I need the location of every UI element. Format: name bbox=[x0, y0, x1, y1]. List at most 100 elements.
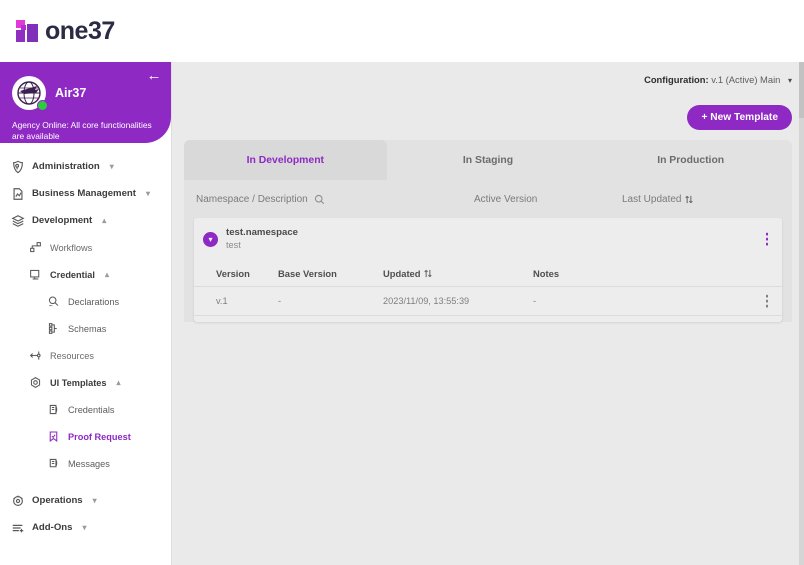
sidebar-agency-header: ← Air37 Agency Online: All core function… bbox=[0, 62, 171, 143]
main-content: Configuration: v.1 (Active) Main ▾ + New… bbox=[172, 62, 804, 565]
tab-in-production[interactable]: In Production bbox=[589, 140, 792, 180]
new-template-button[interactable]: + New Template bbox=[687, 105, 792, 130]
sort-arrows-icon bbox=[684, 194, 694, 205]
one37-logo-icon bbox=[16, 20, 38, 42]
message-box-icon bbox=[46, 456, 61, 471]
sidebar-item-label: Workflows bbox=[50, 242, 93, 253]
sidebar-menu: Administration ▾ Business Management ▾ D… bbox=[0, 143, 171, 541]
sidebar-item-credential[interactable]: Credential ▴ bbox=[0, 261, 171, 288]
sidebar-item-development[interactable]: Development ▴ bbox=[0, 207, 171, 234]
tab-bar: In Development In Staging In Production bbox=[184, 140, 792, 180]
header-version: Version bbox=[216, 267, 250, 279]
vertical-scrollbar[interactable] bbox=[799, 62, 804, 565]
sidebar-item-label: Proof Request bbox=[68, 431, 131, 442]
sidebar-item-operations[interactable]: Operations ▾ bbox=[0, 487, 171, 514]
operations-icon bbox=[10, 493, 25, 508]
sidebar-item-label: Resources bbox=[50, 350, 94, 361]
shield-key-icon bbox=[10, 159, 25, 174]
namespace-group: ▾ test.namespace test Version Base Versi… bbox=[194, 218, 782, 322]
sidebar-item-label: UI Templates bbox=[50, 377, 107, 388]
column-headers: Namespace / Description Active Version L… bbox=[184, 180, 792, 218]
sidebar-item-messages[interactable]: Messages bbox=[0, 450, 171, 477]
sidebar-item-administration[interactable]: Administration ▾ bbox=[0, 153, 171, 180]
header-base-version: Base Version bbox=[278, 267, 337, 279]
sidebar-item-proof-request[interactable]: Proof Request bbox=[0, 423, 171, 450]
credential-icon bbox=[28, 267, 43, 282]
resources-icon bbox=[28, 348, 43, 363]
sidebar-item-label: Business Management bbox=[32, 188, 136, 199]
agency-identity: Air37 bbox=[12, 76, 159, 111]
magnifier-icon bbox=[46, 294, 61, 309]
addons-icon bbox=[10, 520, 25, 535]
namespace-description: test bbox=[226, 240, 241, 250]
expand-chevron-down-icon[interactable]: ▾ bbox=[203, 231, 218, 247]
versions-table-header: Version Base Version Updated Notes bbox=[194, 260, 782, 286]
configuration-selector[interactable]: Configuration: v.1 (Active) Main ▾ bbox=[644, 74, 792, 85]
sidebar-item-label: Messages bbox=[68, 458, 110, 469]
row-kebab-menu-icon[interactable] bbox=[760, 292, 774, 311]
sidebar-item-resources[interactable]: Resources bbox=[0, 342, 171, 369]
ui-templates-icon bbox=[28, 375, 43, 390]
column-namespace: Namespace / Description bbox=[196, 194, 474, 205]
header-notes: Notes bbox=[533, 267, 560, 279]
sidebar-item-label: Declarations bbox=[68, 296, 120, 307]
table-row[interactable]: v.1 - 2023/11/09, 13:55:39 - bbox=[194, 286, 782, 316]
header-updated[interactable]: Updated bbox=[383, 268, 533, 279]
sidebar-item-label: Schemas bbox=[68, 323, 107, 334]
sidebar-item-declarations[interactable]: Declarations bbox=[0, 288, 171, 315]
tab-in-staging[interactable]: In Staging bbox=[387, 140, 590, 180]
sidebar-collapse-arrow-left-icon[interactable]: ← bbox=[146, 68, 162, 84]
chevron-down-icon: ▾ bbox=[92, 495, 97, 505]
chevron-up-icon: ▴ bbox=[116, 377, 121, 387]
chevron-up-icon: ▴ bbox=[104, 269, 109, 279]
schema-tree-icon bbox=[46, 321, 61, 336]
bookmark-check-icon bbox=[46, 429, 61, 444]
sidebar-item-label: Credentials bbox=[68, 404, 115, 415]
cell-base-version: - bbox=[278, 296, 282, 306]
cell-version: v.1 bbox=[216, 296, 228, 306]
brand-bar: one37 bbox=[0, 0, 804, 62]
brand-name: one37 bbox=[45, 16, 115, 45]
templates-card: In Development In Staging In Production … bbox=[184, 140, 792, 322]
sidebar-item-business-management[interactable]: Business Management ▾ bbox=[0, 180, 171, 207]
column-last-updated[interactable]: Last Updated bbox=[622, 194, 694, 205]
column-active-version: Active Version bbox=[474, 193, 538, 205]
sidebar-item-ui-templates[interactable]: UI Templates ▴ bbox=[0, 369, 171, 396]
scrollbar-thumb[interactable] bbox=[799, 62, 804, 118]
namespace-group-header[interactable]: ▾ test.namespace test bbox=[194, 218, 782, 260]
group-kebab-menu-icon[interactable] bbox=[760, 230, 774, 249]
workflow-icon bbox=[28, 240, 43, 255]
column-last-updated-label: Last Updated bbox=[622, 193, 682, 205]
sidebar-item-add-ons[interactable]: Add-Ons ▾ bbox=[0, 514, 171, 541]
sidebar-item-label: Operations bbox=[32, 495, 83, 506]
sidebar-item-label: Development bbox=[32, 215, 93, 226]
sidebar: ← Air37 Agency Online: All core function… bbox=[0, 62, 172, 565]
chart-doc-icon bbox=[10, 186, 25, 201]
card-stack-icon bbox=[46, 402, 61, 417]
chevron-down-icon: ▾ bbox=[82, 522, 87, 532]
chevron-down-icon: ▾ bbox=[787, 76, 792, 85]
configuration-value: v.1 (Active) Main bbox=[711, 74, 781, 85]
namespace-info: test.namespace test bbox=[226, 227, 298, 251]
app-root: one37 ← Air37 Agency Online: All core fu… bbox=[0, 0, 804, 565]
sort-arrows-icon bbox=[423, 268, 433, 279]
agency-status-text: Agency Online: All core functionalities … bbox=[12, 120, 152, 141]
header-updated-label: Updated bbox=[383, 267, 421, 279]
configuration-label: Configuration: bbox=[644, 74, 709, 85]
column-namespace-label: Namespace / Description bbox=[196, 193, 308, 205]
chevron-down-icon: ▾ bbox=[145, 188, 150, 198]
tab-in-development[interactable]: In Development bbox=[184, 140, 387, 180]
chevron-down-icon: ▾ bbox=[109, 161, 114, 171]
sidebar-item-credentials[interactable]: Credentials bbox=[0, 396, 171, 423]
sidebar-item-label: Administration bbox=[32, 161, 100, 172]
presence-dot-online bbox=[37, 100, 48, 111]
cell-notes: - bbox=[533, 296, 537, 306]
namespace-title: test.namespace bbox=[226, 227, 298, 238]
sidebar-item-label: Add-Ons bbox=[32, 522, 73, 533]
sidebar-item-workflows[interactable]: Workflows bbox=[0, 234, 171, 261]
sidebar-item-schemas[interactable]: Schemas bbox=[0, 315, 171, 342]
main-topbar: Configuration: v.1 (Active) Main ▾ + New… bbox=[172, 62, 804, 140]
search-icon[interactable] bbox=[314, 194, 325, 205]
avatar bbox=[12, 76, 48, 111]
layers-icon bbox=[10, 213, 25, 228]
